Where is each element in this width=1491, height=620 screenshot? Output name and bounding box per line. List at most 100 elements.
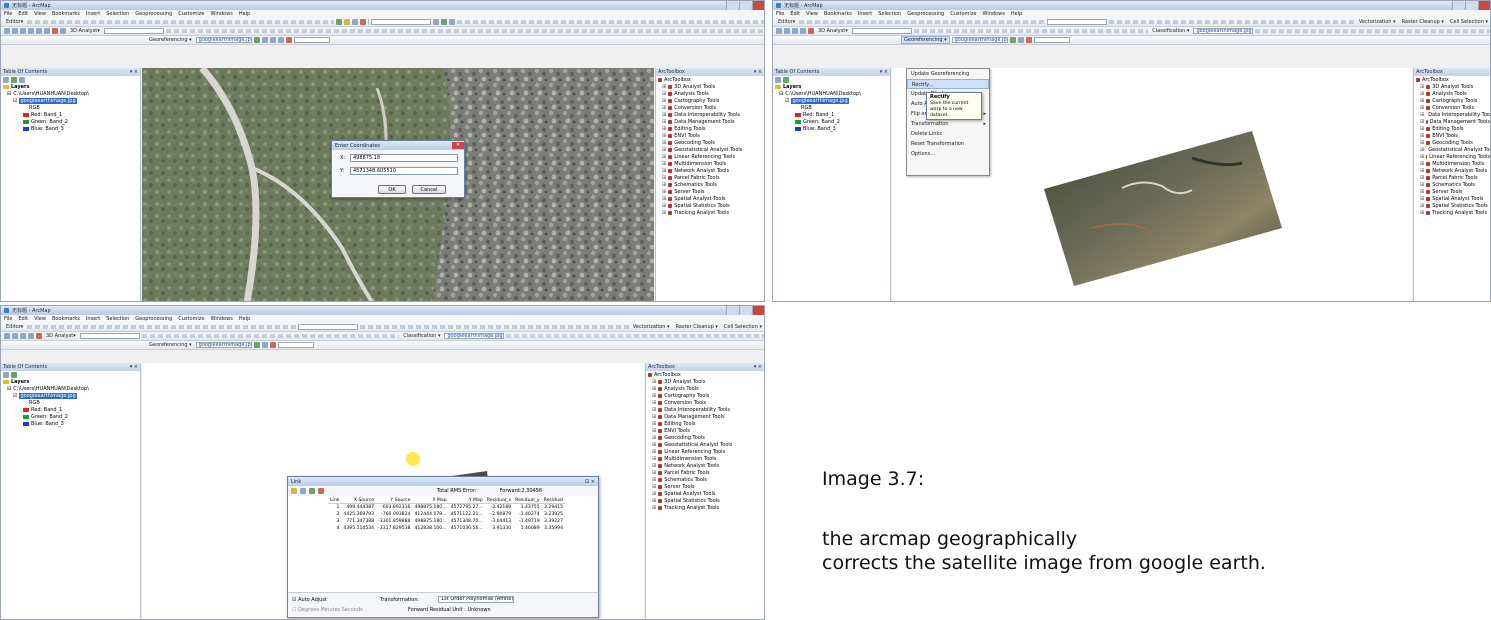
- menu-delete-links[interactable]: Delete Links: [907, 129, 989, 139]
- table-row[interactable]: 3 771.347388 -3301.859888 498875.180... 4571…: [328, 518, 565, 525]
- expand-icon[interactable]: ⊞: [1420, 140, 1424, 146]
- toolbox-item[interactable]: ⊞ Analysis Tools: [646, 385, 764, 392]
- cancel-button[interactable]: Cancel: [412, 185, 446, 194]
- expand-icon[interactable]: ⊞: [662, 189, 666, 195]
- expand-icon[interactable]: ⊞: [662, 91, 666, 97]
- toolbox-item[interactable]: ⊞ Data Interoperability Tools: [1414, 111, 1490, 118]
- close-button[interactable]: [1478, 1, 1490, 10]
- measure-icon[interactable]: [60, 28, 66, 34]
- expand-icon[interactable]: ⊞: [652, 505, 656, 511]
- toolbox-item[interactable]: ⊞ Cartography Tools: [1414, 97, 1490, 104]
- editing-tools[interactable]: [799, 20, 1046, 24]
- 3d-analyst-menu[interactable]: 3D Analyst▾: [68, 28, 102, 34]
- scale-combo[interactable]: [371, 19, 432, 25]
- toolbox-item[interactable]: ⊞ Data Management Tools: [656, 118, 764, 125]
- toolbox-item[interactable]: ⊞ Linear Referencing Tools: [656, 153, 764, 160]
- raster-cleanup-menu[interactable]: Raster Cleanup ▾: [674, 324, 720, 330]
- open-icon[interactable]: [344, 19, 351, 25]
- auto-adjust-checkbox[interactable]: ☑ Auto Adjust: [292, 597, 327, 603]
- menu-selection[interactable]: Selection: [106, 11, 129, 17]
- cell-selection-menu[interactable]: Cell Selection ▾: [722, 324, 764, 330]
- toolbox-item[interactable]: ⊞ Conversion Tools: [656, 104, 764, 111]
- expand-icon[interactable]: ⊞: [1420, 98, 1424, 104]
- menu-selection[interactable]: Selection: [878, 11, 901, 17]
- expand-icon[interactable]: ⊞: [1420, 161, 1424, 167]
- toolbox-item[interactable]: ⊞ ENVI Tools: [1414, 132, 1490, 139]
- toolbox-item[interactable]: ⊞ Spatial Statistics Tools: [646, 497, 764, 504]
- fit-to-display-icon[interactable]: [1009, 37, 1016, 43]
- georeferencing-menu[interactable]: Georeferencing ▾: [147, 342, 194, 348]
- add-control-points-icon[interactable]: [277, 37, 284, 43]
- toolbox-item[interactable]: ⊞ Analysis Tools: [656, 90, 764, 97]
- expand-icon[interactable]: ⊞: [662, 112, 666, 118]
- georef-scale-combo[interactable]: [277, 342, 314, 348]
- toolbox-item[interactable]: ⊞ Schematics Tools: [656, 181, 764, 188]
- list-by-source-icon[interactable]: [11, 76, 17, 83]
- 3d-analyst-menu[interactable]: 3D Analyst▾: [816, 28, 850, 34]
- toolbox-item[interactable]: ⊞ Data Interoperability Tools: [646, 406, 764, 413]
- pin-icon[interactable]: ▾ ×: [754, 364, 764, 370]
- 3d-analyst-tools[interactable]: [165, 29, 764, 33]
- expand-icon[interactable]: ⊞: [1420, 203, 1424, 209]
- toc-folder[interactable]: ⊟ C:\Users\HUANHUAN\Desktop\: [1, 385, 140, 392]
- zoom-in-icon[interactable]: [776, 28, 782, 34]
- menu-file[interactable]: File: [4, 316, 12, 322]
- toolbox-item[interactable]: ⊞ Data Management Tools: [646, 413, 764, 420]
- expand-icon[interactable]: ⊟: [7, 386, 11, 392]
- toolbox-item[interactable]: ⊞ Parcel Fabric Tools: [1414, 174, 1490, 181]
- open-links-icon[interactable]: [291, 488, 297, 494]
- expand-icon[interactable]: ⊞: [662, 140, 666, 146]
- pan-icon[interactable]: [20, 28, 26, 34]
- add-link-icon[interactable]: [309, 488, 315, 494]
- menu-windows[interactable]: Windows: [210, 11, 232, 17]
- expand-icon[interactable]: ⊞: [1420, 168, 1424, 174]
- toolbox-item[interactable]: ⊞ Multidimension Tools: [656, 160, 764, 167]
- cell-selection-menu[interactable]: Cell Selection ▾: [1448, 19, 1490, 25]
- menu-options[interactable]: Options...: [907, 149, 989, 159]
- menu-insert[interactable]: Insert: [86, 11, 100, 17]
- table-row[interactable]: 1 499.444387 -603.892316 498875.180... 45727…: [328, 504, 565, 511]
- zoom-out-icon[interactable]: [784, 28, 790, 34]
- menu-transformation[interactable]: Transformation ▸: [907, 119, 989, 129]
- toolbox-item[interactable]: ⊞ Parcel Fabric Tools: [646, 469, 764, 476]
- pan-icon[interactable]: [20, 333, 26, 339]
- toolbox-item[interactable]: ⊞ Spatial Statistics Tools: [1414, 202, 1490, 209]
- expand-icon[interactable]: ⊞: [1420, 126, 1424, 132]
- toolbox-item[interactable]: ⊞ Data Management Tools: [1414, 118, 1490, 125]
- ok-button[interactable]: OK: [378, 185, 406, 194]
- menu-insert[interactable]: Insert: [86, 316, 100, 322]
- classification-layer-combo[interactable]: googleearthimage.jpg: [1193, 28, 1254, 34]
- expand-icon[interactable]: ⊞: [662, 182, 666, 188]
- minimize-button[interactable]: [1452, 1, 1464, 10]
- raster-cleanup-menu[interactable]: Raster Cleanup ▾: [1400, 19, 1446, 25]
- menu-windows[interactable]: Windows: [982, 11, 1004, 17]
- vectorization-menu[interactable]: Vectorization ▾: [631, 324, 672, 330]
- toolbox-item[interactable]: ⊞ Server Tools: [1414, 188, 1490, 195]
- menu-bookmarks[interactable]: Bookmarks: [52, 11, 80, 17]
- delete-icon[interactable]: [360, 19, 367, 25]
- expand-icon[interactable]: ⊞: [662, 168, 666, 174]
- menu-edit[interactable]: Edit: [790, 11, 800, 17]
- zoom-in-icon[interactable]: [4, 333, 10, 339]
- expand-icon[interactable]: ⊞: [662, 98, 666, 104]
- editing-tools[interactable]: [27, 325, 297, 329]
- menu-customize[interactable]: Customize: [178, 316, 204, 322]
- menu-customize[interactable]: Customize: [178, 11, 204, 17]
- maximize-button[interactable]: [739, 306, 751, 315]
- menu-file[interactable]: File: [4, 11, 12, 17]
- menu-customize[interactable]: Customize: [950, 11, 976, 17]
- expand-icon[interactable]: ⊞: [662, 126, 666, 132]
- expand-icon[interactable]: ⊞: [1420, 154, 1424, 160]
- toolbox-item[interactable]: ⊞ Geostatistical Analyst Tools: [1414, 146, 1490, 153]
- toolbox-item[interactable]: ⊞ Cartography Tools: [656, 97, 764, 104]
- layer-name[interactable]: googleearthimage.jpg: [791, 97, 849, 104]
- column-header[interactable]: Residual_x: [484, 498, 514, 504]
- maximize-button[interactable]: [739, 1, 751, 10]
- expand-icon[interactable]: ⊞: [1420, 189, 1424, 195]
- expand-icon[interactable]: ⊞: [662, 203, 666, 209]
- close-button[interactable]: [752, 1, 764, 10]
- expand-icon[interactable]: ⊞: [662, 133, 666, 139]
- menu-file[interactable]: File: [776, 11, 784, 17]
- list-by-drawing-order-icon[interactable]: [3, 371, 9, 378]
- toolbox-item[interactable]: ⊞ Analysis Tools: [1414, 90, 1490, 97]
